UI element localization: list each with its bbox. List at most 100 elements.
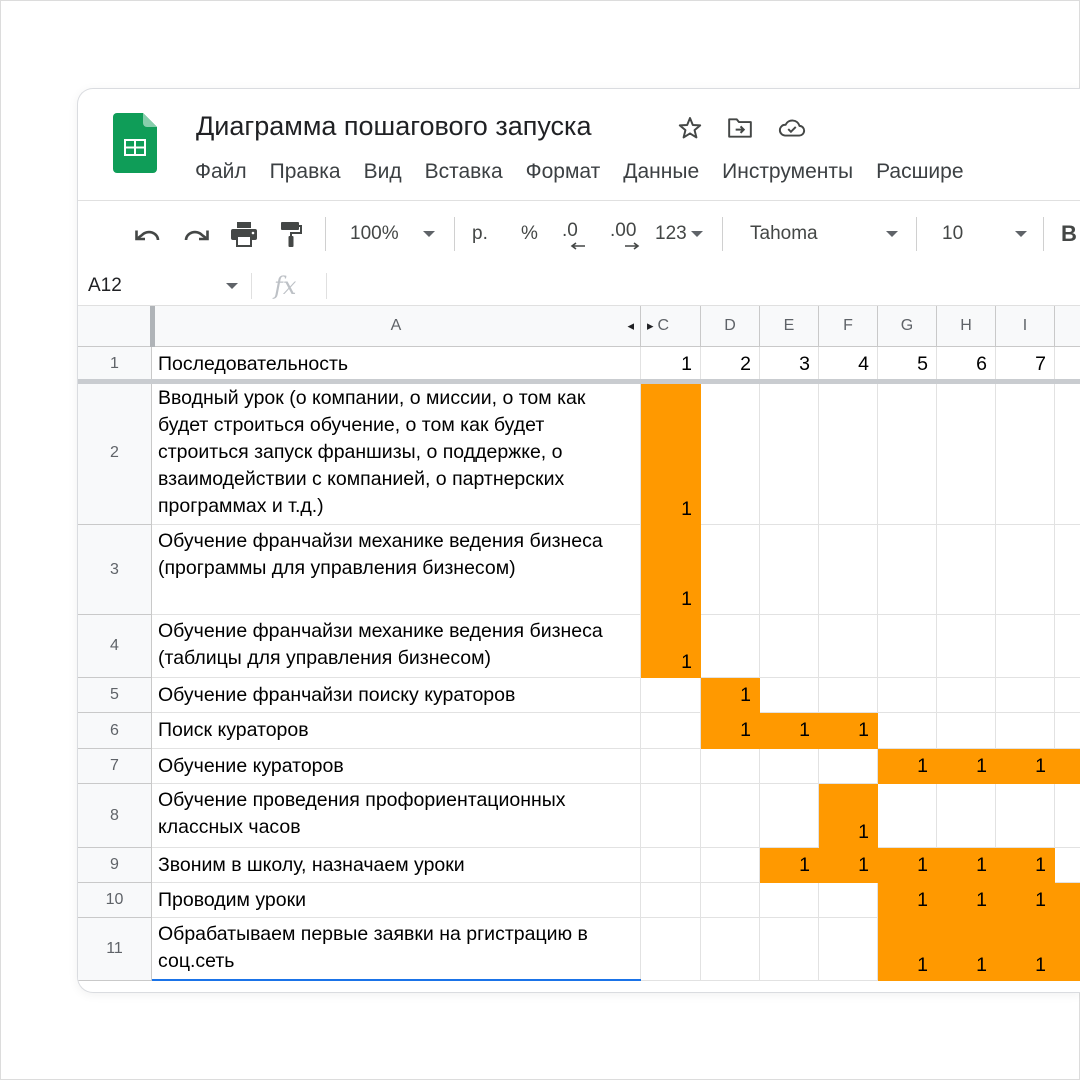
timeline-cell[interactable]: 1: [878, 918, 937, 981]
timeline-cell[interactable]: [996, 784, 1055, 848]
timeline-cell[interactable]: [760, 784, 819, 848]
timeline-cell[interactable]: [641, 678, 701, 713]
font-family-select[interactable]: Tahoma: [750, 201, 898, 267]
step-number-cell[interactable]: 7: [996, 347, 1055, 382]
frozen-column-divider[interactable]: [150, 306, 155, 347]
timeline-cell[interactable]: 1: [996, 883, 1055, 918]
increase-decimal-button[interactable]: .00: [610, 201, 644, 267]
menu-edit[interactable]: Правка: [261, 157, 352, 187]
timeline-cell[interactable]: 1: [701, 678, 760, 713]
timeline-cell[interactable]: [641, 713, 701, 749]
currency-format-button[interactable]: р.: [472, 201, 488, 267]
timeline-cell[interactable]: [819, 883, 878, 918]
overflow-cell[interactable]: [1055, 784, 1080, 848]
timeline-cell[interactable]: 1: [641, 382, 701, 525]
expand-hidden-columns-icon[interactable]: ▸: [647, 318, 654, 334]
row-header-5[interactable]: 5: [78, 678, 152, 713]
column-header-i[interactable]: I: [996, 306, 1055, 347]
column-header-c[interactable]: ▸ C: [641, 306, 701, 347]
timeline-cell[interactable]: 1: [760, 848, 819, 883]
task-label-cell[interactable]: Проводим уроки: [152, 883, 641, 918]
task-label-cell[interactable]: Обучение кураторов: [152, 749, 641, 784]
redo-icon[interactable]: [182, 201, 210, 267]
timeline-cell[interactable]: [878, 713, 937, 749]
timeline-cell[interactable]: 1: [996, 918, 1055, 981]
timeline-cell[interactable]: [701, 525, 760, 615]
timeline-cell[interactable]: [701, 784, 760, 848]
timeline-cell[interactable]: 1: [819, 784, 878, 848]
timeline-cell[interactable]: [819, 749, 878, 784]
timeline-cell[interactable]: 1: [878, 883, 937, 918]
document-title[interactable]: Диаграмма пошагового запуска: [196, 111, 591, 142]
timeline-cell[interactable]: [701, 749, 760, 784]
timeline-cell[interactable]: [641, 784, 701, 848]
step-number-cell[interactable]: 3: [760, 347, 819, 382]
row-header-8[interactable]: 8: [78, 784, 152, 848]
column-header-g[interactable]: G: [878, 306, 937, 347]
column-header-h[interactable]: H: [937, 306, 996, 347]
cloud-saved-icon[interactable]: [778, 114, 806, 142]
menu-file[interactable]: Файл: [186, 157, 258, 187]
timeline-cell[interactable]: [701, 848, 760, 883]
bold-button[interactable]: B: [1061, 201, 1077, 267]
timeline-cell[interactable]: [878, 525, 937, 615]
menu-format[interactable]: Формат: [517, 157, 612, 187]
overflow-cell[interactable]: [1055, 615, 1080, 678]
timeline-cell[interactable]: [701, 382, 760, 525]
overflow-cell[interactable]: [1055, 525, 1080, 615]
paint-format-icon[interactable]: [280, 201, 302, 267]
task-label-cell[interactable]: Вводный урок (о компании, о миссии, о то…: [152, 382, 641, 525]
timeline-cell[interactable]: 1: [701, 713, 760, 749]
timeline-cell[interactable]: [996, 525, 1055, 615]
google-sheets-logo-icon[interactable]: [113, 113, 157, 173]
timeline-cell[interactable]: [641, 883, 701, 918]
row-header-7[interactable]: 7: [78, 749, 152, 784]
number-format-select[interactable]: 123: [655, 201, 703, 267]
step-number-cell[interactable]: 4: [819, 347, 878, 382]
timeline-cell[interactable]: 1: [819, 848, 878, 883]
menu-data[interactable]: Данные: [614, 157, 710, 187]
column-header-j[interactable]: [1055, 306, 1080, 347]
timeline-cell[interactable]: 1: [760, 713, 819, 749]
timeline-cell[interactable]: 1: [878, 848, 937, 883]
row-header-1[interactable]: 1: [78, 347, 152, 382]
timeline-cell[interactable]: [641, 848, 701, 883]
timeline-cell[interactable]: [937, 382, 996, 525]
row-header-2[interactable]: 2: [78, 382, 152, 525]
step-number-cell[interactable]: 1: [641, 347, 701, 382]
name-box[interactable]: A12: [88, 267, 122, 305]
timeline-cell[interactable]: [819, 615, 878, 678]
timeline-cell[interactable]: [937, 713, 996, 749]
timeline-cell[interactable]: [878, 615, 937, 678]
timeline-cell[interactable]: [760, 883, 819, 918]
column-header-e[interactable]: E: [760, 306, 819, 347]
timeline-cell[interactable]: 1: [996, 848, 1055, 883]
timeline-cell[interactable]: [878, 678, 937, 713]
percent-format-button[interactable]: %: [521, 201, 538, 267]
step-number-cell[interactable]: 6: [937, 347, 996, 382]
frozen-row-divider[interactable]: [78, 379, 1080, 384]
timeline-cell[interactable]: [996, 713, 1055, 749]
row-header-4[interactable]: 4: [78, 615, 152, 678]
timeline-cell[interactable]: [996, 678, 1055, 713]
overflow-cell[interactable]: [1055, 848, 1080, 883]
timeline-cell[interactable]: [937, 678, 996, 713]
task-label-cell[interactable]: Обучение проведения профориентационных к…: [152, 784, 641, 848]
timeline-cell[interactable]: 1: [937, 848, 996, 883]
row-header-9[interactable]: 9: [78, 848, 152, 883]
row-header-3[interactable]: 3: [78, 525, 152, 615]
menu-insert[interactable]: Вставка: [416, 157, 514, 187]
star-icon[interactable]: [676, 114, 704, 142]
timeline-cell[interactable]: 1: [819, 713, 878, 749]
task-label-cell[interactable]: Звоним в школу, назначаем уроки: [152, 848, 641, 883]
undo-icon[interactable]: [134, 201, 162, 267]
menu-view[interactable]: Вид: [355, 157, 413, 187]
timeline-cell[interactable]: [819, 918, 878, 981]
overflow-cell[interactable]: [1055, 749, 1080, 784]
task-label-cell[interactable]: Обрабатываем первые заявки на ргистрацию…: [152, 918, 641, 981]
row-header-10[interactable]: 10: [78, 883, 152, 918]
move-to-folder-icon[interactable]: [726, 114, 754, 142]
timeline-cell[interactable]: 1: [937, 918, 996, 981]
task-label-cell[interactable]: Обучение франчайзи поиску кураторов: [152, 678, 641, 713]
menu-tools[interactable]: Инструменты: [713, 157, 864, 187]
